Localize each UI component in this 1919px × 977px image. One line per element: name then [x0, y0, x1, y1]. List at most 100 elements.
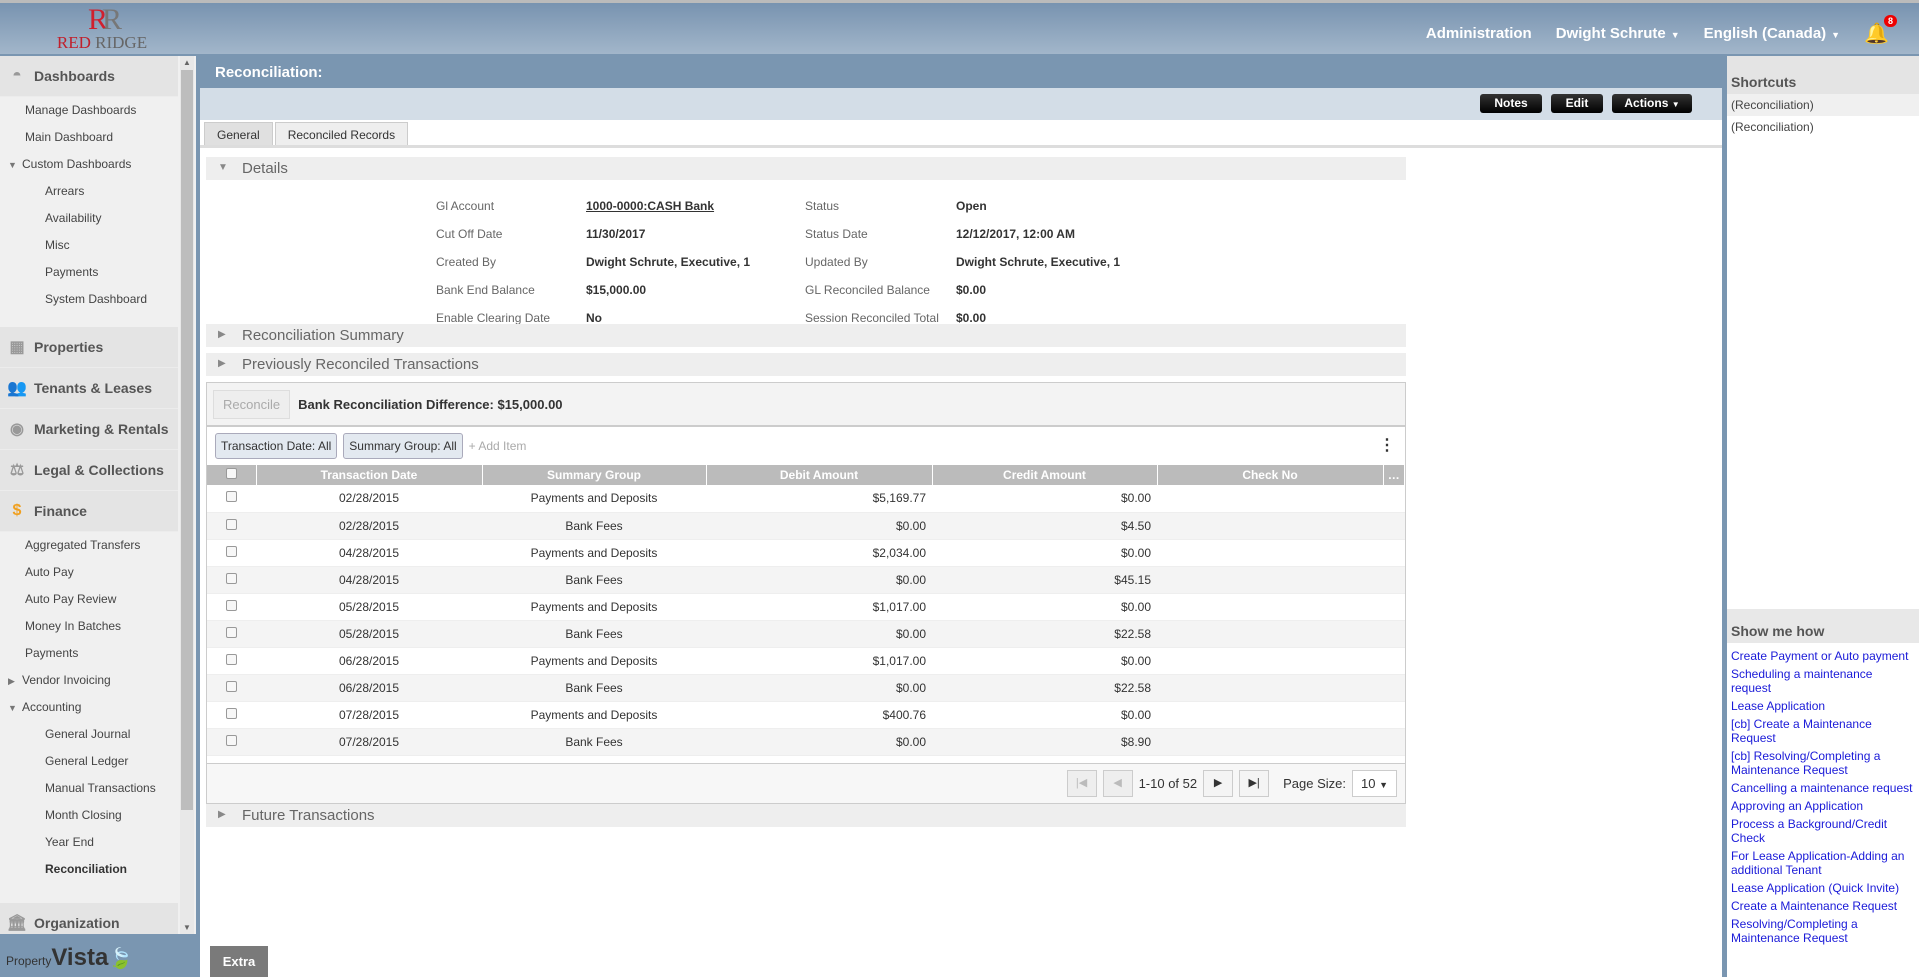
shortcut-item[interactable]: (Reconciliation) — [1727, 94, 1919, 116]
sidebar-item[interactable]: Money In Batches — [0, 613, 196, 640]
sidebar-item[interactable]: Auto Pay — [0, 559, 196, 586]
sidebar-section-marketing[interactable]: ◉ Marketing & Rentals — [0, 409, 178, 450]
extra-button[interactable]: Extra — [210, 946, 268, 977]
next-page-button[interactable]: ▶ — [1203, 770, 1234, 797]
last-page-button[interactable]: ▶| — [1239, 770, 1270, 797]
tab-reconciled-records[interactable]: Reconciled Records — [274, 122, 409, 145]
add-filter-link[interactable]: + Add Item — [469, 439, 527, 453]
sidebar-item[interactable]: Month Closing — [0, 802, 196, 829]
user-menu[interactable]: Dwight Schrute ▼ — [1556, 25, 1680, 42]
filter-summary-group[interactable]: Summary Group: All — [343, 433, 463, 459]
table-row[interactable]: 02/28/2015 Payments and Deposits $5,169.77… — [207, 485, 1405, 513]
row-checkbox[interactable] — [226, 545, 237, 557]
column-header[interactable]: Check No — [1157, 465, 1384, 485]
table-row[interactable]: 04/28/2015 Payments and Deposits $2,034.00… — [207, 539, 1405, 567]
help-link[interactable]: Resolving/Completing a Maintenance Reque… — [1727, 915, 1919, 947]
previously-reconciled-header[interactable]: ▶ Previously Reconciled Transactions — [206, 353, 1406, 376]
column-menu-button[interactable]: … — [1383, 465, 1405, 485]
column-header[interactable]: Transaction Date — [256, 465, 483, 485]
sidebar-item[interactable]: Auto Pay Review — [0, 586, 196, 613]
table-row[interactable]: 05/28/2015 Bank Fees $0.00 $22.58 — [207, 620, 1405, 648]
scroll-down-icon[interactable]: ▼ — [183, 923, 191, 932]
sidebar-group-accounting[interactable]: ▼ Accounting — [0, 694, 196, 721]
future-transactions-header[interactable]: ▶ Future Transactions — [206, 804, 1406, 827]
column-header[interactable]: Summary Group — [482, 465, 707, 485]
edit-button[interactable]: Edit — [1551, 94, 1603, 113]
administration-link[interactable]: Administration — [1426, 25, 1532, 42]
help-link[interactable]: Process a Background/Credit Check — [1727, 815, 1919, 847]
row-checkbox[interactable] — [226, 653, 237, 665]
help-link[interactable]: Approving an Application — [1727, 797, 1919, 815]
row-checkbox[interactable] — [226, 707, 237, 719]
table-row[interactable]: 07/28/2015 Payments and Deposits $400.76 $0… — [207, 701, 1405, 729]
help-link[interactable]: [cb] Create a Maintenance Request — [1727, 715, 1919, 747]
row-checkbox[interactable] — [226, 491, 237, 503]
row-checkbox[interactable] — [226, 734, 237, 746]
actions-button[interactable]: Actions ▼ — [1612, 94, 1692, 113]
sidebar-item[interactable]: Aggregated Transfers — [0, 532, 196, 559]
sidebar-item[interactable]: Payments — [0, 640, 196, 667]
sidebar-section-legal[interactable]: ⚖ Legal & Collections — [0, 450, 178, 491]
help-link[interactable]: For Lease Application-Adding an addition… — [1727, 847, 1919, 879]
sidebar-item[interactable]: Misc — [0, 232, 196, 259]
reconciliation-summary-header[interactable]: ▶ Reconciliation Summary — [206, 324, 1406, 347]
table-row[interactable]: 06/28/2015 Bank Fees $0.00 $22.58 — [207, 674, 1405, 702]
sidebar-item[interactable]: Main Dashboard — [0, 124, 196, 151]
more-options-icon[interactable]: ⋮ — [1379, 435, 1395, 455]
details-section-header[interactable]: ▼ Details — [206, 157, 1406, 180]
sidebar-section-tenants[interactable]: 👥 Tenants & Leases — [0, 368, 178, 409]
row-checkbox[interactable] — [226, 680, 237, 692]
sidebar-group-vendor-invoicing[interactable]: ▶ Vendor Invoicing — [0, 667, 196, 694]
sidebar-section-properties[interactable]: ▦ Properties — [0, 327, 178, 368]
row-checkbox[interactable] — [226, 572, 237, 584]
sidebar-item[interactable]: General Journal — [0, 721, 196, 748]
sidebar-section-finance[interactable]: $ Finance — [0, 491, 178, 532]
sidebar-item[interactable]: Manual Transactions — [0, 775, 196, 802]
table-row[interactable]: 05/28/2015 Payments and Deposits $1,017.00… — [207, 593, 1405, 621]
help-link[interactable]: Cancelling a maintenance request — [1727, 779, 1919, 797]
table-row[interactable]: 02/28/2015 Bank Fees $0.00 $4.50 — [207, 512, 1405, 540]
table-row[interactable]: 07/28/2015 Bank Fees $0.00 $8.90 — [207, 728, 1405, 756]
sidebar-group-custom-dashboards[interactable]: ▼ Custom Dashboards — [0, 151, 196, 178]
reconcile-button[interactable]: Reconcile — [213, 389, 291, 419]
bell-icon[interactable]: 🔔 8 — [1864, 15, 1897, 46]
row-checkbox[interactable] — [226, 626, 237, 638]
sidebar-item-reconciliation[interactable]: Reconciliation — [0, 856, 196, 883]
red-ridge-logo[interactable]: RR RED RIDGE — [52, 5, 152, 55]
page-range: 1-10 of 52 — [1138, 776, 1198, 791]
first-page-button[interactable]: |◀ — [1066, 770, 1097, 797]
help-link[interactable]: Lease Application — [1727, 697, 1919, 715]
sidebar-item[interactable]: Arrears — [0, 178, 196, 205]
column-header[interactable]: Debit Amount — [706, 465, 933, 485]
table-row[interactable]: 04/28/2015 Bank Fees $0.00 $45.15 — [207, 566, 1405, 594]
help-link[interactable]: [cb] Resolving/Completing a Maintenance … — [1727, 747, 1919, 779]
language-menu[interactable]: English (Canada) ▼ — [1704, 25, 1840, 42]
help-link[interactable]: Lease Application (Quick Invite) — [1727, 879, 1919, 897]
sidebar-section-organization[interactable]: 🏛 Organization — [0, 903, 178, 934]
notes-button[interactable]: Notes — [1480, 94, 1542, 113]
prev-page-button[interactable]: ◀ — [1102, 770, 1133, 797]
scroll-up-icon[interactable]: ▲ — [183, 58, 191, 67]
row-checkbox[interactable] — [226, 518, 237, 530]
table-row[interactable]: 06/28/2015 Payments and Deposits $1,017.00… — [207, 647, 1405, 675]
column-header[interactable]: Credit Amount — [932, 465, 1158, 485]
scrollbar-thumb[interactable] — [181, 70, 193, 810]
sidebar-item[interactable]: Manage Dashboards — [0, 97, 196, 124]
sidebar-item[interactable]: General Ledger — [0, 748, 196, 775]
help-link[interactable]: Create a Maintenance Request — [1727, 897, 1919, 915]
sidebar-item[interactable]: Payments — [0, 259, 196, 286]
sidebar-item[interactable]: Year End — [0, 829, 196, 856]
select-all-checkbox[interactable] — [225, 468, 237, 479]
help-link[interactable]: Scheduling a maintenance request — [1727, 665, 1919, 697]
row-checkbox[interactable] — [226, 599, 237, 611]
filter-transaction-date[interactable]: Transaction Date: All — [215, 433, 338, 459]
sidebar-scrollbar[interactable]: ▲ ▼ — [180, 56, 194, 934]
help-link[interactable]: Create Payment or Auto payment — [1727, 647, 1919, 665]
shortcut-item[interactable]: (Reconciliation) — [1727, 116, 1919, 138]
tab-general[interactable]: General — [204, 122, 273, 145]
sidebar-item[interactable]: System Dashboard — [0, 286, 196, 313]
gl-account-link[interactable]: 1000-0000:CASH Bank — [586, 199, 714, 213]
sidebar-section-dashboards[interactable]: ◓ Dashboards — [0, 56, 178, 97]
page-size-select[interactable]: 10 ▼ — [1351, 770, 1397, 797]
sidebar-item[interactable]: Availability — [0, 205, 196, 232]
